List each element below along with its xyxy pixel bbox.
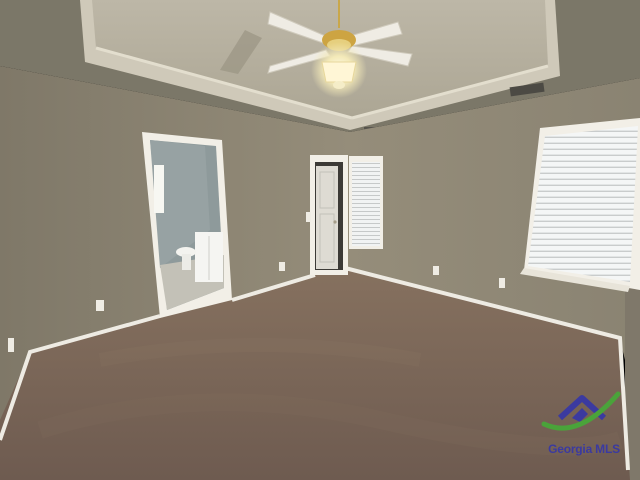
small-window-blinds: [352, 162, 380, 246]
outlet-right: [433, 266, 439, 275]
large-window-blinds: [528, 126, 638, 282]
outlet-left: [8, 338, 14, 352]
georgia-mls-logo: Georgia MLS: [538, 384, 630, 460]
bathroom-window: [154, 165, 164, 213]
door-knob: [333, 220, 337, 224]
outlet-far-right: [499, 278, 505, 288]
toilet-base: [182, 254, 191, 270]
light-switch: [306, 212, 311, 222]
brand-name: Georgia MLS: [548, 442, 620, 456]
interior-door: [316, 166, 338, 269]
outlet-mid: [279, 262, 285, 271]
outlet: [96, 300, 104, 311]
house-check-icon: [541, 391, 621, 431]
